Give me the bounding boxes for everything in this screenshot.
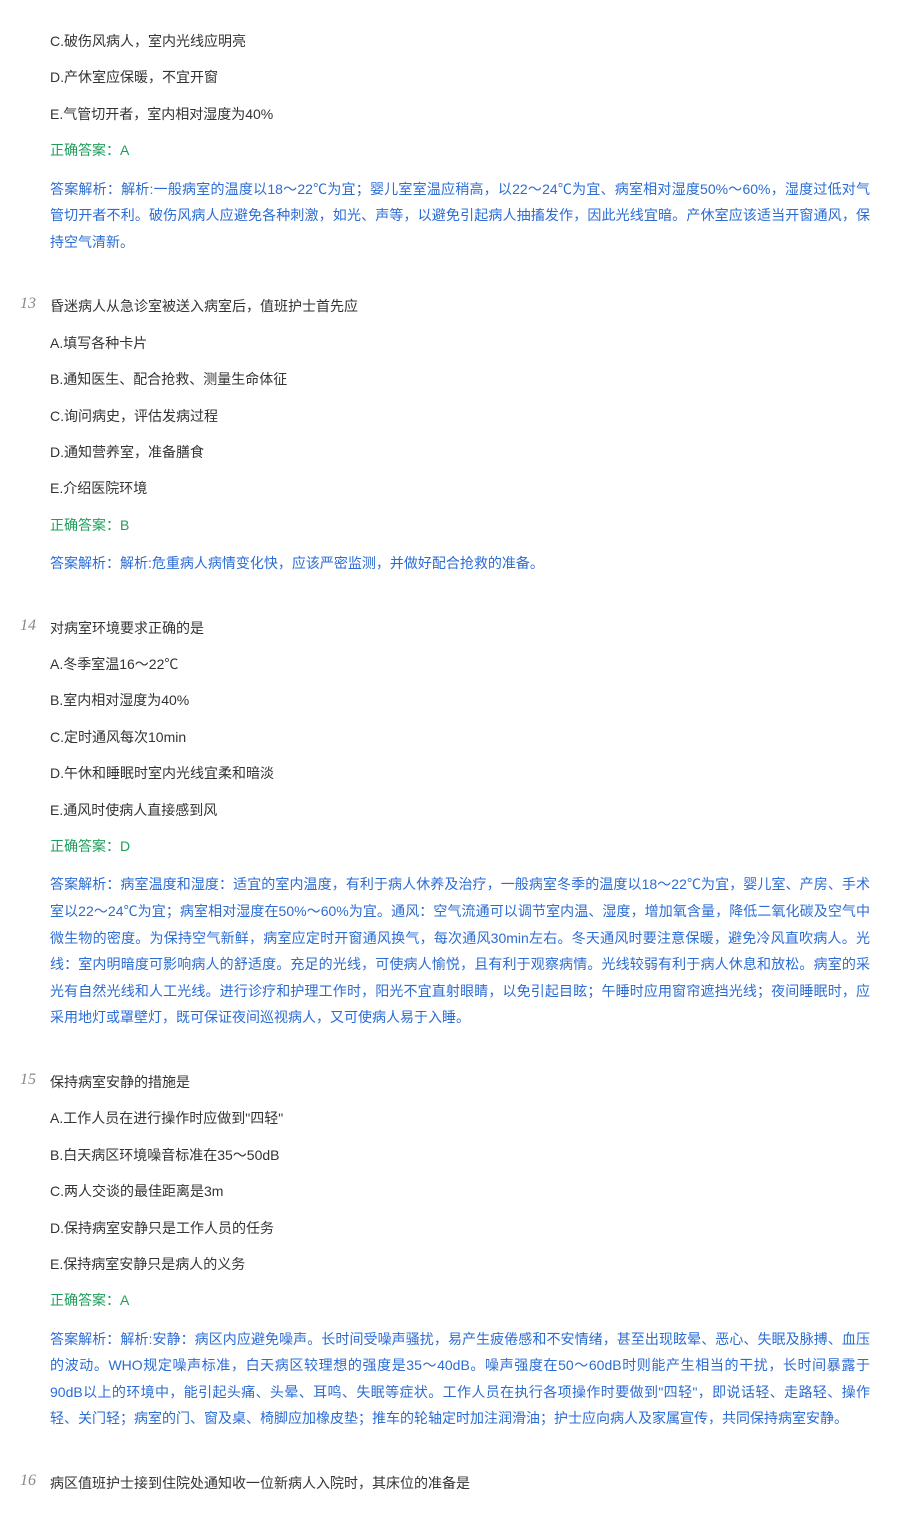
option-b: B.通知医生、配合抢救、测量生命体征 xyxy=(50,368,870,390)
question-stem: 病区值班护士接到住院处通知收一位新病人入院时，其床位的准备是 xyxy=(50,1472,870,1494)
option-a: A.工作人员在进行操作时应做到"四轻" xyxy=(50,1107,870,1129)
option-b: B.室内相对湿度为40% xyxy=(50,689,870,711)
option-e: E.气管切开者，室内相对湿度为40% xyxy=(50,103,870,125)
question-13: 13 昏迷病人从急诊室被送入病室后，值班护士首先应 A.填写各种卡片 B.通知医… xyxy=(50,295,870,576)
option-d: D.午休和睡眠时室内光线宜柔和暗淡 xyxy=(50,762,870,784)
correct-answer: 正确答案：B xyxy=(50,514,870,536)
option-d: D.通知营养室，准备膳食 xyxy=(50,441,870,463)
question-number: 13 xyxy=(20,295,36,313)
option-c: C.定时通风每次10min xyxy=(50,726,870,748)
option-e: E.保持病室安静只是病人的义务 xyxy=(50,1253,870,1275)
correct-answer: 正确答案：A xyxy=(50,1289,870,1311)
option-e: E.通风时使病人直接感到风 xyxy=(50,799,870,821)
answer-explanation: 答案解析：病室温度和湿度：适宜的室内温度，有利于病人休养及治疗，一般病室冬季的温… xyxy=(50,871,870,1031)
option-c: C.两人交谈的最佳距离是3m xyxy=(50,1180,870,1202)
question-number: 15 xyxy=(20,1071,36,1089)
question-number: 14 xyxy=(20,617,36,635)
option-c: C.破伤风病人，室内光线应明亮 xyxy=(50,30,870,52)
option-c: C.询问病史，评估发病过程 xyxy=(50,405,870,427)
question-stem: 对病室环境要求正确的是 xyxy=(50,617,870,639)
answer-explanation: 答案解析：解析:安静：病区内应避免噪声。长时间受噪声骚扰，易产生疲倦感和不安情绪… xyxy=(50,1326,870,1432)
correct-answer: 正确答案：D xyxy=(50,835,870,857)
option-e: E.介绍医院环境 xyxy=(50,477,870,499)
option-a: A.冬季室温16～22℃ xyxy=(50,653,870,675)
question-stem: 昏迷病人从急诊室被送入病室后，值班护士首先应 xyxy=(50,295,870,317)
option-d: D.产休室应保暖，不宜开窗 xyxy=(50,66,870,88)
option-b: B.白天病区环境噪音标准在35～50dB xyxy=(50,1144,870,1166)
option-d: D.保持病室安静只是工作人员的任务 xyxy=(50,1217,870,1239)
question-14: 14 对病室环境要求正确的是 A.冬季室温16～22℃ B.室内相对湿度为40%… xyxy=(50,617,870,1031)
correct-answer: 正确答案：A xyxy=(50,139,870,161)
question-16: 16 病区值班护士接到住院处通知收一位新病人入院时，其床位的准备是 xyxy=(50,1472,870,1494)
answer-explanation: 答案解析：解析:一般病室的温度以18～22℃为宜；婴儿室室温应稍高，以22～24… xyxy=(50,176,870,256)
question-number: 16 xyxy=(20,1472,36,1490)
question-stem: 保持病室安静的措施是 xyxy=(50,1071,870,1093)
answer-explanation: 答案解析：解析:危重病人病情变化快，应该严密监测，并做好配合抢救的准备。 xyxy=(50,550,870,577)
question-12-continuation: C.破伤风病人，室内光线应明亮 D.产休室应保暖，不宜开窗 E.气管切开者，室内… xyxy=(50,30,870,255)
exam-page: C.破伤风病人，室内光线应明亮 D.产休室应保暖，不宜开窗 E.气管切开者，室内… xyxy=(0,0,920,1528)
question-15: 15 保持病室安静的措施是 A.工作人员在进行操作时应做到"四轻" B.白天病区… xyxy=(50,1071,870,1432)
option-a: A.填写各种卡片 xyxy=(50,332,870,354)
